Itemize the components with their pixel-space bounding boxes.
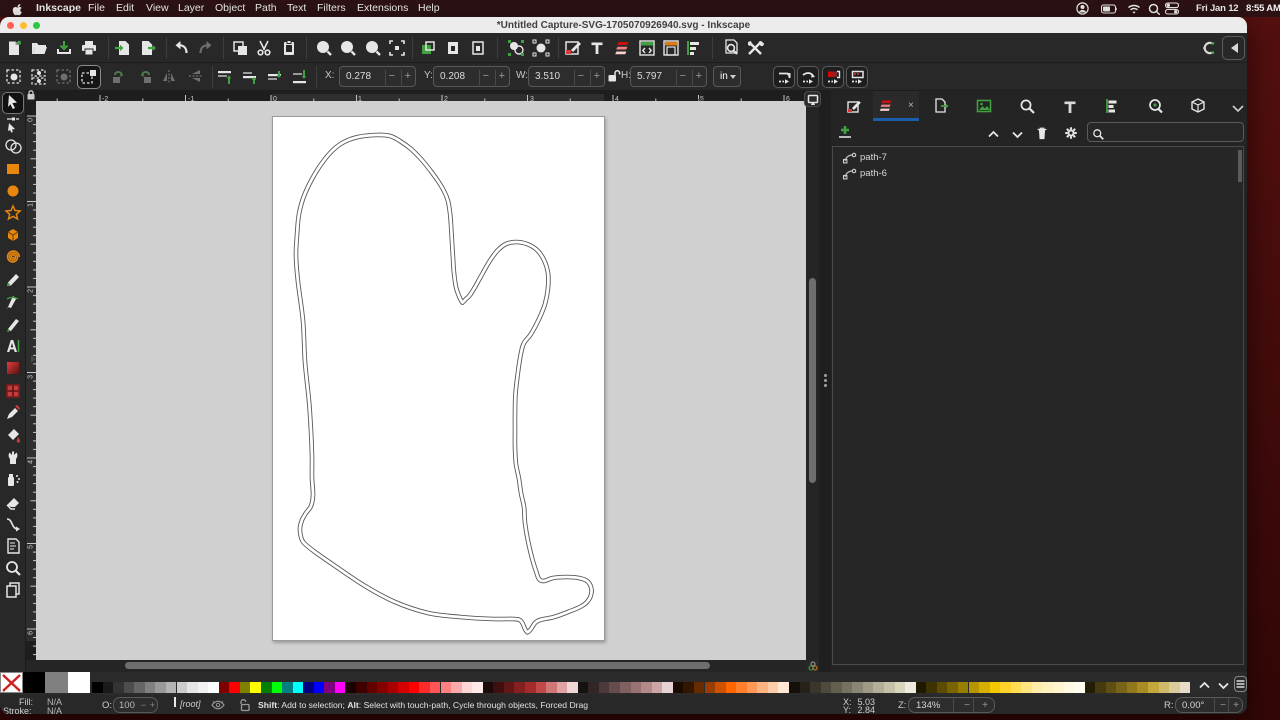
svg-text:5: 5	[28, 545, 35, 549]
svg-text:6: 6	[28, 631, 35, 635]
svg-text:4: 4	[28, 460, 35, 464]
svg-text:0: 0	[28, 118, 35, 122]
svg-text:1: 1	[28, 203, 35, 207]
svg-text:2: 2	[28, 289, 35, 293]
svg-text:3: 3	[28, 375, 35, 379]
